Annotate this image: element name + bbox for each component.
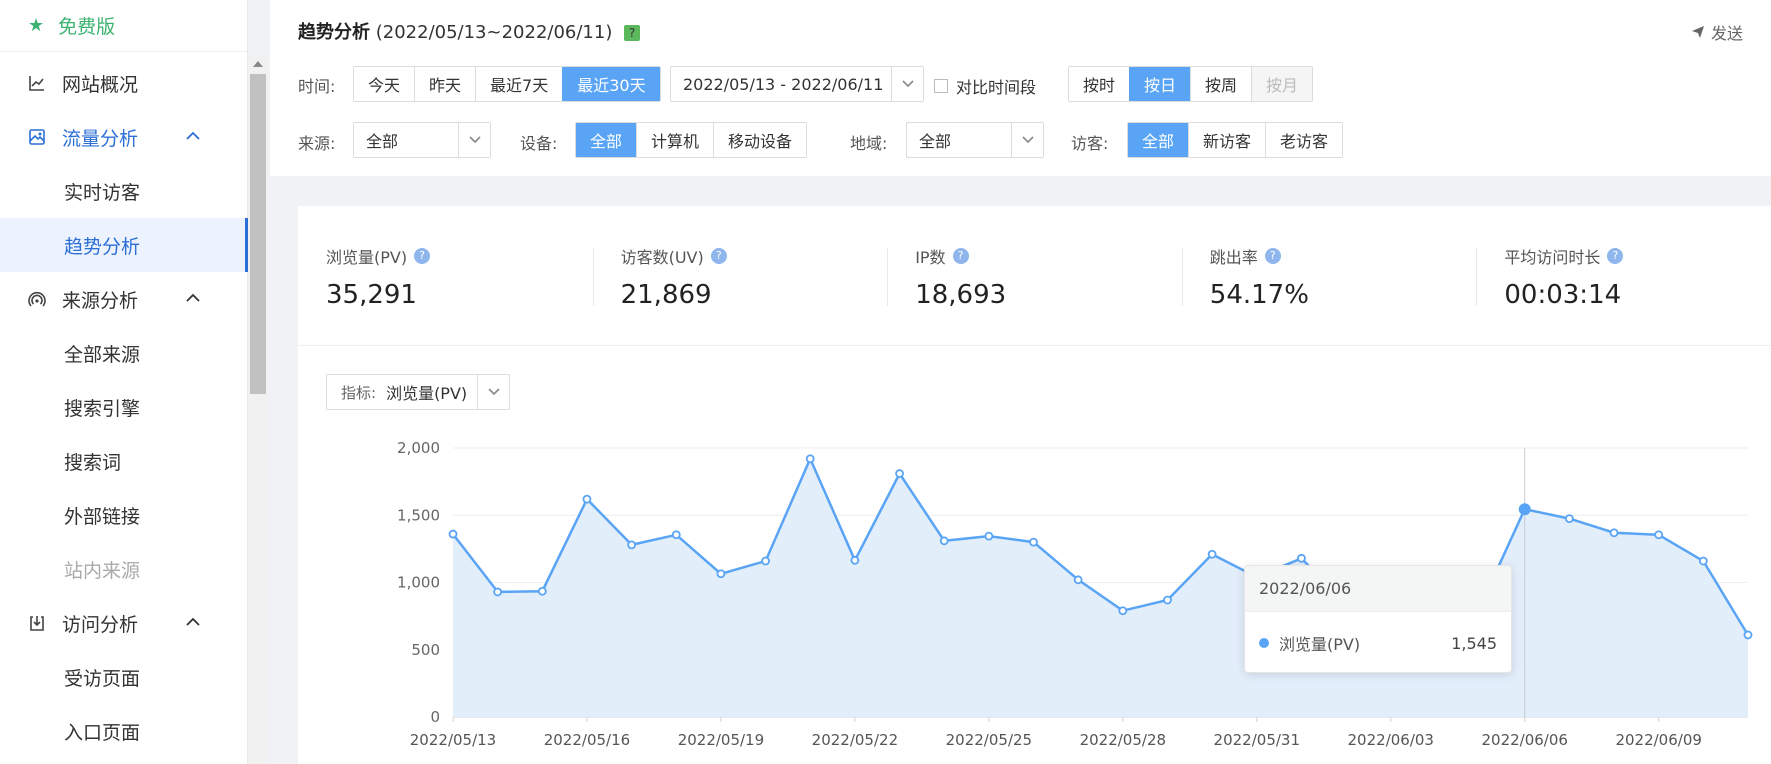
tooltip-series: 浏览量(PV) — [1279, 635, 1361, 654]
data-point — [761, 556, 770, 566]
chart-y-axis: 0 500 1,000 1,500 2,000 — [397, 439, 440, 726]
data-point — [939, 536, 949, 546]
x-tick-label: 2022/06/09 — [1615, 731, 1701, 749]
data-point — [1698, 556, 1708, 566]
x-tick-label: 2022/05/19 — [678, 731, 764, 749]
data-point — [671, 530, 681, 540]
tooltip-value: 1,545 — [1451, 633, 1497, 653]
y-tick-label: 1,500 — [397, 506, 440, 524]
data-point — [1297, 553, 1306, 563]
data-point — [850, 555, 860, 565]
x-tick-label: 2022/06/03 — [1348, 731, 1434, 749]
tooltip-row: 浏览量(PV) 1,545 — [1245, 612, 1511, 674]
data-point — [1743, 630, 1753, 640]
data-point — [1654, 530, 1664, 540]
chart-x-axis: 2022/05/13 2022/05/16 2022/05/19 2022/05/22… — [410, 717, 1702, 749]
data-point — [1518, 503, 1531, 516]
series-dot-icon — [1259, 638, 1269, 648]
data-point — [1073, 575, 1083, 585]
y-tick-label: 1,000 — [397, 574, 440, 592]
y-tick-label: 500 — [411, 641, 440, 659]
data-point — [984, 531, 994, 541]
x-tick-label: 2022/05/25 — [946, 731, 1032, 749]
data-point — [627, 540, 637, 550]
data-point — [537, 586, 547, 596]
data-point — [716, 569, 726, 579]
tooltip-date: 2022/06/06 — [1245, 566, 1511, 612]
x-tick-label: 2022/05/22 — [812, 731, 898, 749]
data-point — [805, 454, 815, 464]
data-point — [493, 587, 503, 597]
data-point — [1609, 528, 1619, 538]
data-point — [1163, 595, 1172, 605]
y-tick-label: 2,000 — [397, 439, 440, 457]
chart-tooltip: 2022/06/06 浏览量(PV) 1,545 — [1244, 565, 1512, 673]
x-tick-label: 2022/06/06 — [1481, 731, 1567, 749]
data-point — [1118, 606, 1128, 616]
data-point — [895, 469, 904, 478]
data-point — [582, 494, 592, 504]
data-point — [1029, 537, 1038, 547]
data-point — [1564, 514, 1574, 524]
x-tick-label: 2022/05/16 — [544, 731, 630, 749]
x-tick-label: 2022/05/31 — [1214, 731, 1300, 749]
y-tick-label: 0 — [430, 708, 440, 726]
series-area — [453, 458, 1748, 717]
x-tick-label: 2022/05/13 — [410, 731, 496, 749]
data-point — [448, 529, 458, 539]
data-point — [1207, 549, 1217, 559]
x-tick-label: 2022/05/28 — [1080, 731, 1166, 749]
